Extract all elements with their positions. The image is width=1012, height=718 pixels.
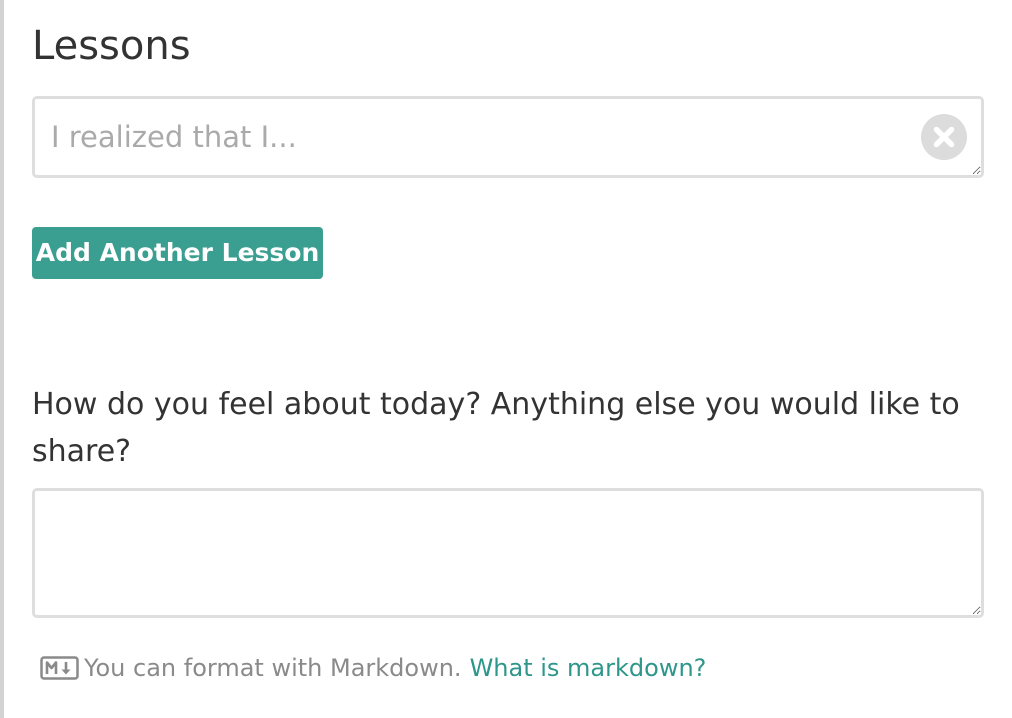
- markdown-hint: You can format with Markdown. What is ma…: [40, 650, 706, 686]
- lessons-heading: Lessons: [32, 23, 191, 69]
- what-is-markdown-link[interactable]: What is markdown?: [470, 654, 707, 682]
- share-prompt: How do you feel about today? Anything el…: [32, 387, 960, 469]
- share-field: [32, 488, 984, 618]
- markdown-icon: [40, 656, 79, 680]
- markdown-hint-text: You can format with Markdown.: [84, 654, 462, 682]
- times-circle-icon: [933, 126, 955, 148]
- lesson-field: [32, 96, 984, 178]
- add-another-lesson-button[interactable]: Add Another Lesson: [32, 227, 323, 279]
- clear-lesson-button[interactable]: [921, 114, 967, 160]
- share-input[interactable]: [32, 488, 984, 618]
- lesson-input[interactable]: [32, 96, 984, 178]
- left-border: [0, 0, 4, 718]
